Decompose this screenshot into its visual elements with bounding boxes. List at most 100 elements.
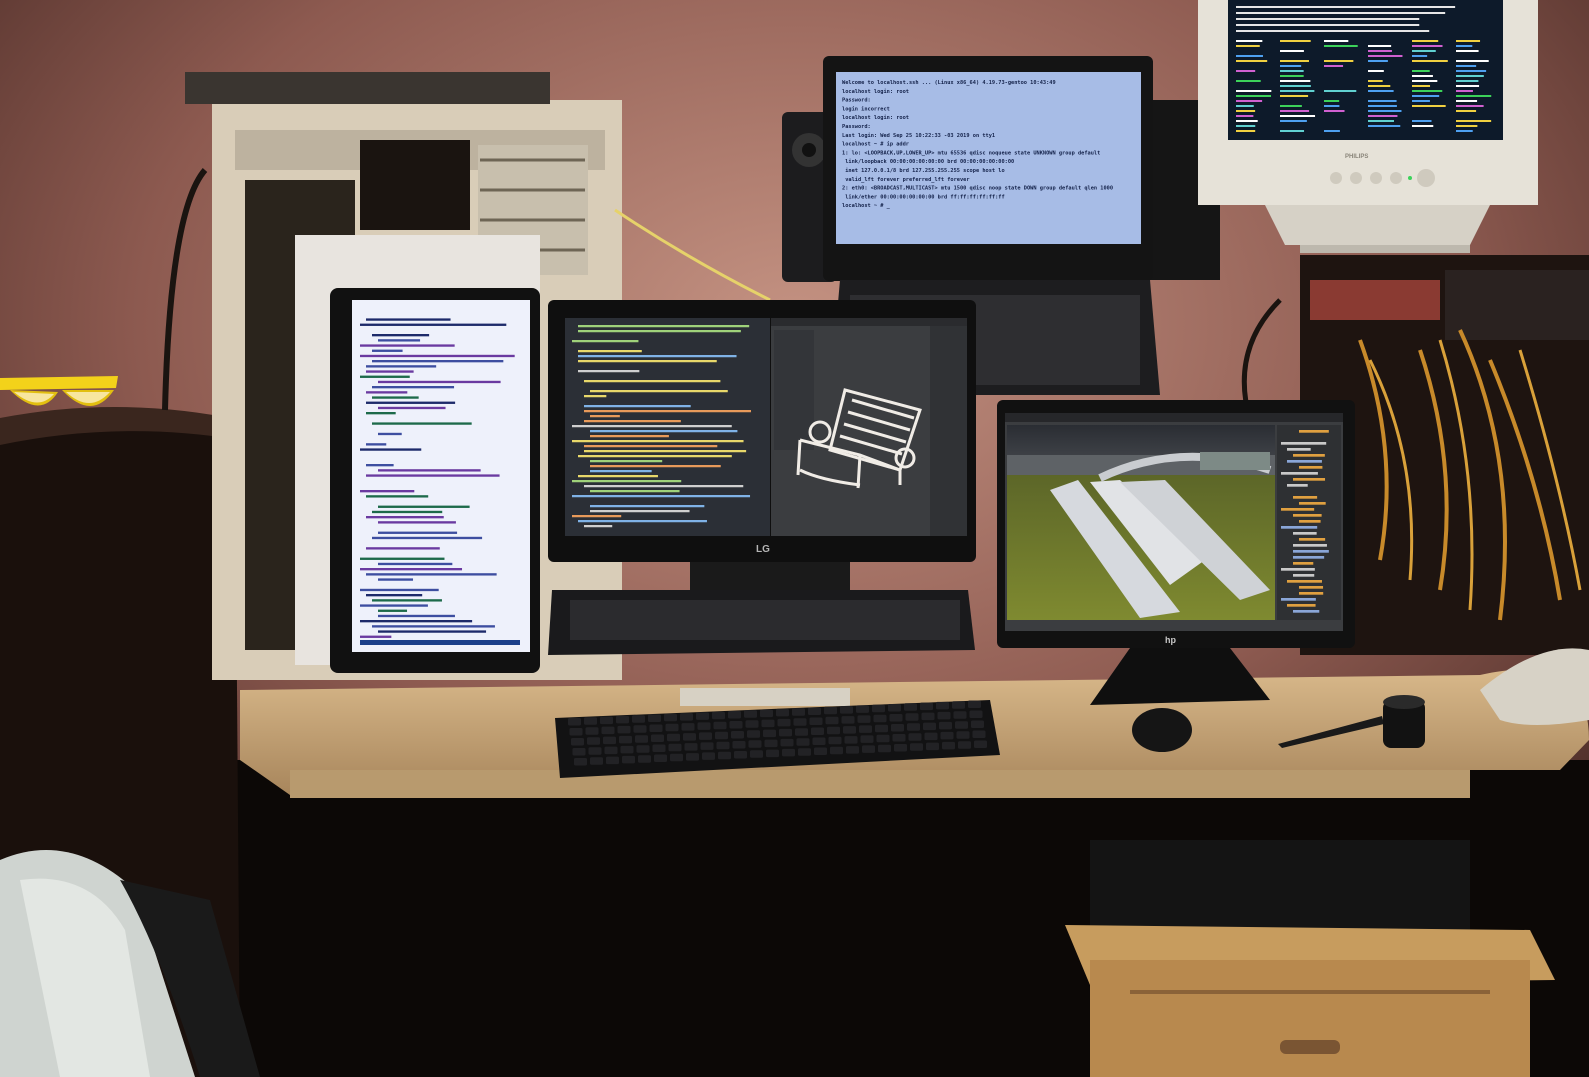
code-line-stroke — [1293, 532, 1317, 535]
crt-text-stroke — [1324, 105, 1340, 107]
crt-text-stroke — [1456, 40, 1481, 42]
code-line-stroke — [372, 536, 483, 540]
crt-text-stroke — [1280, 130, 1305, 132]
crt-text-stroke — [1368, 120, 1394, 122]
keyboard-key — [841, 716, 855, 724]
crt-text-stroke — [1280, 95, 1309, 97]
terminal-line: 2: eth0: <BROADCAST,MULTICAST> mtu 1500 … — [842, 186, 1113, 192]
terminal-line: localhost login: root — [842, 115, 909, 121]
code-line-stroke — [1293, 574, 1315, 577]
code-line-stroke — [578, 355, 737, 358]
code-line-stroke — [378, 432, 402, 436]
keyboard-key — [937, 711, 951, 720]
keyboard-key — [859, 725, 872, 733]
keyboard-key — [750, 750, 763, 758]
crt-text-stroke — [1236, 120, 1258, 122]
code-line-stroke — [584, 410, 752, 413]
lg-logo: LG — [756, 544, 770, 555]
drawing-tablet — [1090, 840, 1470, 930]
keyboard-key — [904, 703, 917, 711]
crt-text-stroke — [1412, 75, 1433, 77]
code-line-stroke — [360, 620, 473, 623]
code-line-stroke — [1287, 448, 1311, 451]
code-line-stroke — [360, 354, 515, 358]
crt-text-stroke — [1324, 90, 1357, 92]
code-line-stroke — [378, 531, 458, 534]
keyboard-key — [571, 738, 584, 746]
code-line-stroke — [366, 365, 437, 368]
top-terminal-screen — [836, 72, 1141, 244]
crt-text-stroke — [1236, 24, 1420, 26]
code-line-stroke — [590, 435, 669, 438]
keyboard-key — [921, 712, 935, 721]
keyboard-key — [648, 714, 661, 722]
code-line-stroke — [378, 339, 421, 342]
crt-text-stroke — [1412, 40, 1439, 42]
keyboard-key — [696, 712, 709, 720]
code-line-stroke — [1287, 580, 1322, 583]
code-line-stroke — [1299, 592, 1324, 595]
keyboard-key — [632, 715, 645, 723]
keyboard-key — [878, 744, 891, 753]
code-line-stroke — [590, 490, 680, 493]
code-line-stroke — [578, 330, 741, 333]
crt-text-stroke — [1412, 50, 1436, 52]
keyboard-key — [795, 728, 808, 736]
keyboard-key — [732, 741, 746, 749]
code-line-stroke — [572, 340, 639, 343]
crt-text-stroke — [1412, 55, 1428, 57]
code-line-stroke — [584, 395, 607, 398]
crt-text-stroke — [1236, 100, 1263, 102]
crt-text-stroke — [1236, 125, 1256, 127]
crt-text-stroke — [1236, 40, 1263, 42]
keyboard-key — [604, 746, 618, 755]
code-line-stroke — [1299, 466, 1323, 469]
keyboard-key — [569, 728, 583, 736]
code-line-stroke — [378, 521, 456, 524]
keyboard-key — [683, 733, 696, 741]
code-line-stroke — [1293, 610, 1320, 613]
keyboard-key — [684, 743, 698, 751]
crt-text-stroke — [1368, 100, 1397, 102]
terminal-line: localhost ~ # ip addr — [842, 142, 909, 148]
code-line-stroke — [578, 370, 640, 373]
code-line-stroke — [590, 470, 652, 473]
keyboard-key — [680, 713, 693, 721]
code-line-stroke — [360, 490, 415, 493]
code-line-stroke — [590, 415, 620, 418]
crt-text-stroke — [1280, 120, 1307, 122]
crt-text-stroke — [1368, 90, 1394, 92]
keyboard-key — [718, 751, 731, 760]
drawer-unit — [1065, 925, 1555, 1077]
keyboard-key — [873, 714, 887, 723]
terminal-line: Password: — [842, 98, 871, 104]
keyboard-key — [574, 758, 587, 766]
keyboard-key — [700, 742, 714, 750]
terminal-line: Password: — [842, 124, 871, 130]
terminal-line: Last login: Wed Sep 25 10:22:33 -03 2019… — [842, 133, 995, 139]
code-line-stroke — [572, 515, 622, 518]
crt-text-stroke — [1236, 12, 1446, 14]
crt-text-stroke — [1368, 50, 1392, 52]
keyboard-key — [715, 731, 728, 740]
crt-text-stroke — [1412, 60, 1448, 62]
crt-text-stroke — [1368, 105, 1397, 107]
code-line-stroke — [1293, 550, 1329, 553]
keyboard-key — [825, 716, 839, 725]
crt-text-stroke — [1368, 55, 1403, 57]
keyboard-key — [731, 731, 744, 739]
keyboard-key — [728, 711, 741, 719]
code-line-stroke — [584, 380, 721, 383]
crt-text-stroke — [1412, 105, 1446, 107]
code-line-stroke — [366, 412, 396, 415]
keyboard-key — [713, 721, 727, 730]
keyboard-key — [952, 701, 965, 709]
code-line-stroke — [366, 495, 429, 498]
keyboard-key — [729, 721, 743, 729]
keyboard-key — [760, 709, 773, 718]
keyboard-key — [584, 717, 597, 725]
code-line-stroke — [366, 318, 451, 321]
code-line-stroke — [1293, 478, 1326, 481]
keyboard-key — [764, 739, 778, 748]
code-line-stroke — [590, 460, 663, 463]
